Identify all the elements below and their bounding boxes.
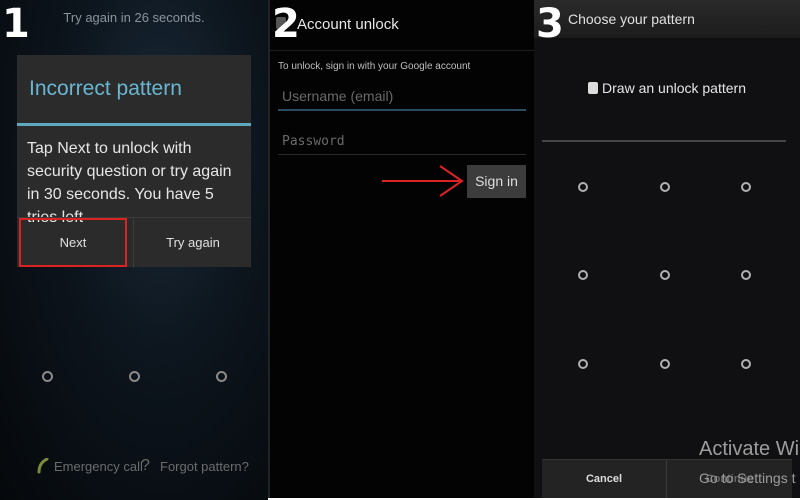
pattern-dot[interactable] xyxy=(741,270,751,280)
forgot-pattern-link[interactable]: Forgot pattern? xyxy=(160,459,249,474)
cancel-button[interactable]: Cancel xyxy=(542,460,667,498)
page-title: Choose your pattern xyxy=(568,11,695,27)
page-title: Account unlock xyxy=(297,16,399,33)
pattern-instruction: Draw an unlock pattern xyxy=(534,80,800,96)
next-button[interactable]: Next xyxy=(19,218,127,267)
dialog-button-row: Next Try again xyxy=(17,217,251,268)
username-input[interactable] xyxy=(278,83,526,109)
pattern-dot[interactable] xyxy=(578,270,588,280)
step-number-1: 1 xyxy=(2,1,30,47)
pattern-dot[interactable] xyxy=(216,371,227,382)
divider xyxy=(542,140,786,142)
step-number-3: 3 xyxy=(536,1,564,47)
sign-in-instruction: To unlock, sign in with your Google acco… xyxy=(278,61,471,72)
pattern-dot[interactable] xyxy=(660,182,670,192)
password-input[interactable] xyxy=(278,128,526,154)
pattern-dot[interactable] xyxy=(578,359,588,369)
pattern-dot[interactable] xyxy=(660,359,670,369)
choose-pattern-header: Choose your pattern xyxy=(534,0,800,38)
sign-in-button[interactable]: Sign in xyxy=(467,165,526,198)
try-again-button[interactable]: Try again xyxy=(133,218,252,268)
emergency-call-link[interactable]: Emergency call xyxy=(54,459,143,474)
incorrect-pattern-dialog: Incorrect pattern Tap Next to unlock wit… xyxy=(17,55,251,268)
dialog-divider xyxy=(17,123,251,126)
username-field-wrapper xyxy=(278,83,526,111)
pattern-dot[interactable] xyxy=(741,359,751,369)
panel-incorrect-pattern: 1 Try again in 26 seconds. Incorrect pat… xyxy=(0,0,268,500)
pattern-instruction-text: Draw an unlock pattern xyxy=(602,80,746,96)
dialog-title: Incorrect pattern xyxy=(29,77,182,100)
pattern-dot[interactable] xyxy=(578,182,588,192)
countdown-text: Try again in 26 seconds. xyxy=(63,10,205,25)
panel-account-unlock: 2 Account unlock To unlock, sign in with… xyxy=(268,0,536,498)
help-icon: ? xyxy=(141,457,150,474)
arrow-annotation-icon xyxy=(382,165,464,197)
pattern-dot[interactable] xyxy=(42,371,53,382)
account-unlock-header: Account unlock xyxy=(270,0,536,51)
pattern-dot[interactable] xyxy=(129,371,140,382)
password-field-wrapper xyxy=(278,128,526,155)
pattern-dot[interactable] xyxy=(660,270,670,280)
phone-icon xyxy=(36,457,50,477)
dialog-message: Tap Next to unlock with security questio… xyxy=(27,140,232,226)
pattern-dot[interactable] xyxy=(741,182,751,192)
lock-icon xyxy=(588,82,599,94)
activate-windows-subtext: Go to Settings t xyxy=(699,470,796,486)
activate-windows-watermark: Activate Wi xyxy=(699,438,800,460)
step-number-2: 2 xyxy=(272,1,300,47)
panel-choose-pattern: Choose your pattern 3 Draw an unlock pat… xyxy=(534,0,800,498)
